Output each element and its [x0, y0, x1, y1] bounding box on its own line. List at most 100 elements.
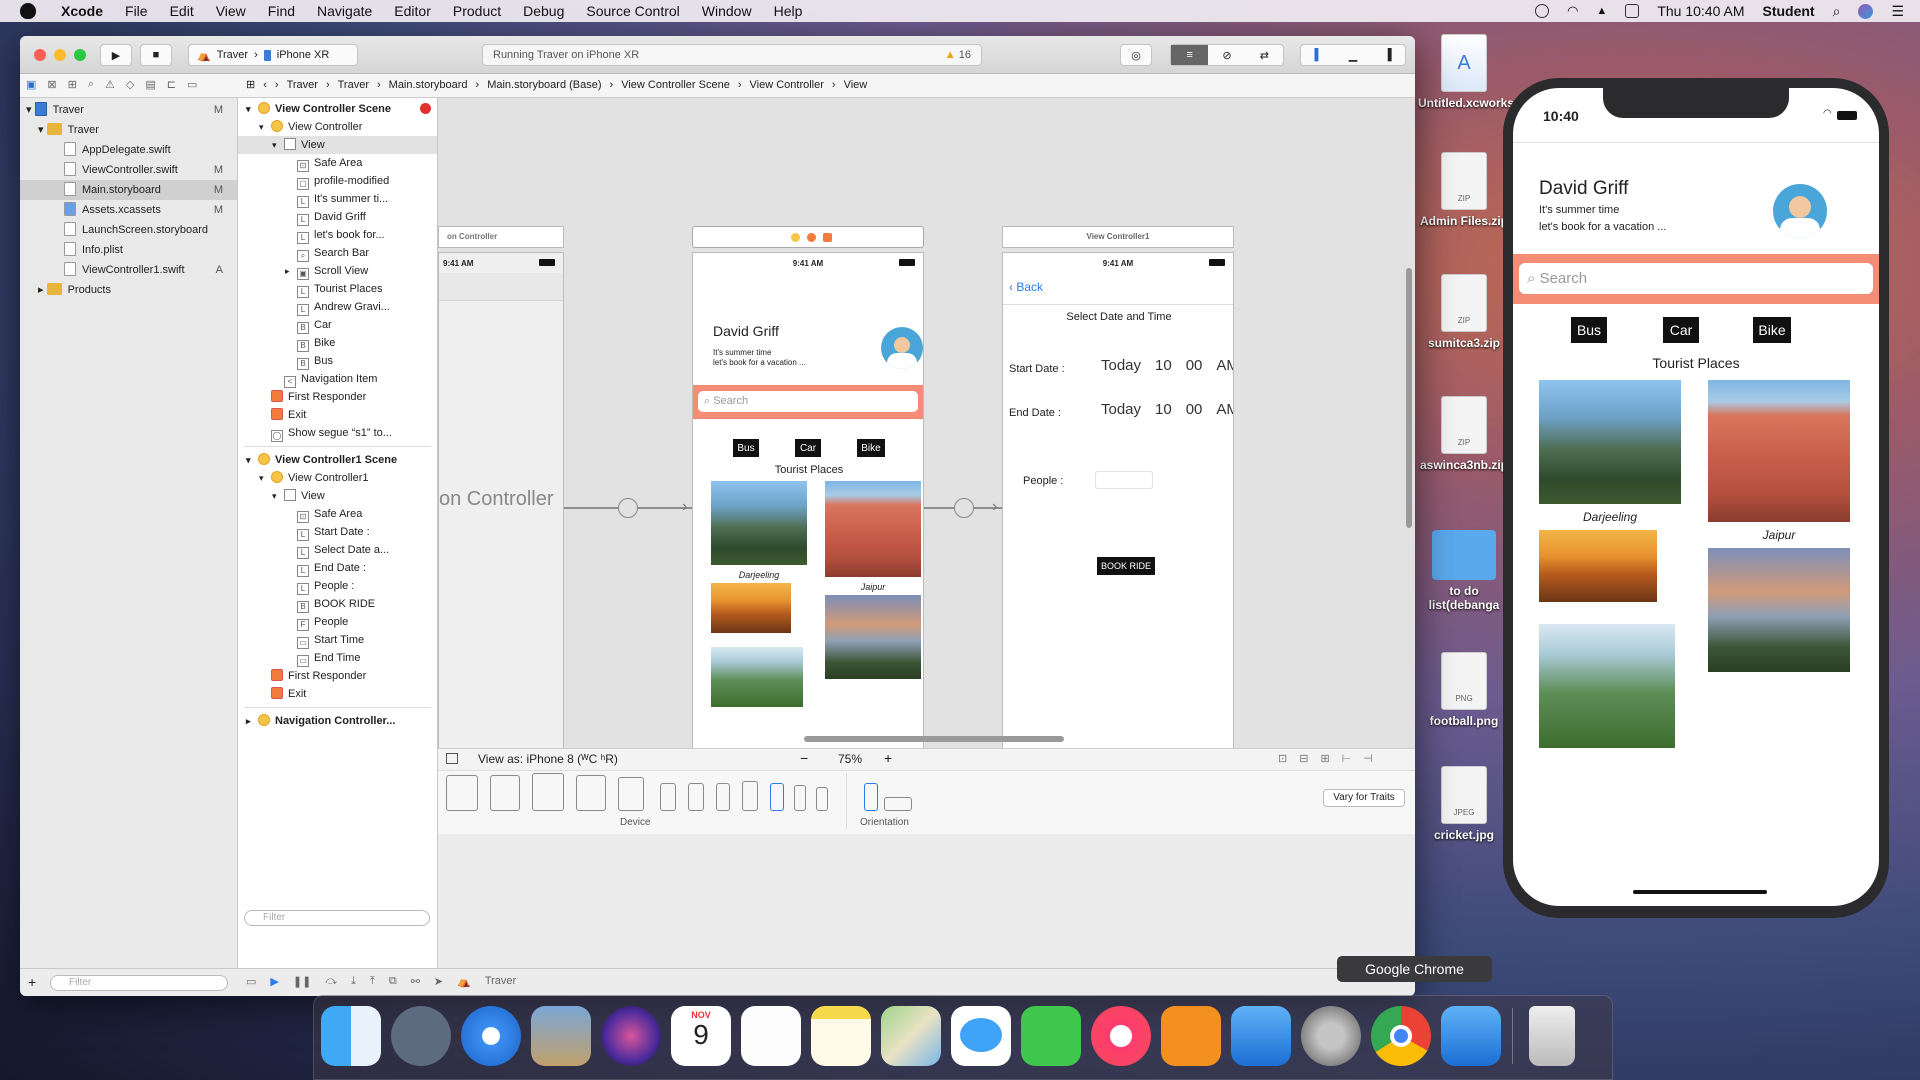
- exit-icon[interactable]: [823, 233, 832, 242]
- breadcrumb-group[interactable]: Traver: [338, 79, 369, 91]
- breadcrumb-storyboard[interactable]: Main.storyboard: [389, 79, 468, 91]
- sim-bus-button[interactable]: Bus: [1571, 317, 1607, 343]
- device-iphone-4s-icon[interactable]: [816, 787, 828, 811]
- device-iphone-xr-icon[interactable]: [688, 783, 704, 811]
- panel-toggle-segment[interactable]: ▌ ▁ ▐: [1300, 44, 1406, 66]
- test-navigator-icon[interactable]: ◇: [126, 78, 134, 91]
- navigator-filter-input[interactable]: Filter: [50, 975, 228, 991]
- report-navigator-icon[interactable]: ▭: [187, 78, 197, 91]
- sim-bike-button[interactable]: Bike: [1753, 317, 1791, 343]
- device-iphone-xs-max-icon[interactable]: [660, 783, 676, 811]
- dock-notes-icon[interactable]: [811, 1006, 871, 1066]
- disclosure-icon[interactable]: ▾: [246, 100, 258, 118]
- device-iphone-se-icon[interactable]: [794, 785, 806, 811]
- outline-scene-header[interactable]: ▾ View Controller Scene: [238, 100, 437, 118]
- dock-preview-icon[interactable]: [531, 1006, 591, 1066]
- back-button[interactable]: ‹ Back: [1009, 280, 1043, 294]
- dock-calendar-icon[interactable]: NOV 9: [671, 1006, 731, 1066]
- device-ipad-mini-icon[interactable]: [618, 777, 644, 811]
- spotlight-icon[interactable]: ⌕: [1833, 3, 1841, 20]
- menu-window[interactable]: Window: [691, 3, 763, 19]
- step-in-icon[interactable]: ⤓: [351, 975, 356, 988]
- dock-finder-icon[interactable]: [321, 1006, 381, 1066]
- horizontal-scrollbar[interactable]: [804, 736, 1064, 742]
- vc1-scene-title[interactable]: View Controller1: [1002, 226, 1234, 248]
- outline-item[interactable]: ▾ View: [238, 487, 437, 505]
- outline-item[interactable]: L Andrew Gravi...: [238, 298, 437, 316]
- stop-button[interactable]: ■: [140, 44, 172, 66]
- nav-controller-scene[interactable]: 9:41 AM on Controller: [438, 252, 564, 748]
- menu-app-xcode[interactable]: Xcode: [50, 3, 114, 19]
- car-button[interactable]: Car: [795, 439, 821, 457]
- apple-icon[interactable]: [20, 3, 36, 19]
- bike-button[interactable]: Bike: [857, 439, 885, 457]
- resolve-issues-icon[interactable]: ⊣: [1363, 752, 1373, 765]
- view-hierarchy-icon[interactable]: ⧉: [389, 975, 397, 988]
- breadcrumb-scene[interactable]: View Controller Scene: [621, 79, 730, 91]
- align-icon[interactable]: ⊞: [1320, 752, 1329, 765]
- nav-item-group[interactable]: ▾ Traver: [20, 120, 237, 140]
- nav-item-file[interactable]: ViewController.swift M: [20, 160, 237, 180]
- outline-item[interactable]: F People: [238, 613, 437, 631]
- device-ipad-icon[interactable]: [576, 775, 606, 811]
- dock-xcode-icon[interactable]: [1231, 1006, 1291, 1066]
- nav-item-project[interactable]: ▾ Traver M: [20, 100, 237, 120]
- show-segue-icon[interactable]: [954, 498, 974, 518]
- outline-item[interactable]: First Responder: [238, 388, 437, 406]
- menu-help[interactable]: Help: [763, 3, 814, 19]
- outline-item[interactable]: B BOOK RIDE: [238, 595, 437, 613]
- back-arrow-icon[interactable]: ‹: [263, 79, 267, 91]
- input-menu-icon[interactable]: [1625, 4, 1640, 18]
- debug-toggle-icon[interactable]: ▁: [1336, 49, 1371, 62]
- breadcrumb-view-controller[interactable]: View Controller: [750, 79, 824, 91]
- library-button[interactable]: ◎: [1120, 44, 1152, 66]
- outline-item[interactable]: ▭ End Time: [238, 649, 437, 667]
- outline-item[interactable]: Exit: [238, 406, 437, 424]
- storyboard-canvas[interactable]: on Controller 9:41 AM on Controller › 9:…: [438, 98, 1415, 748]
- add-file-icon[interactable]: +: [28, 974, 36, 990]
- project-navigator-icon[interactable]: ▣: [26, 78, 36, 91]
- menu-user[interactable]: Student: [1762, 3, 1814, 19]
- dock-chrome-icon[interactable]: [1371, 1006, 1431, 1066]
- wifi-icon[interactable]: ◠: [1567, 3, 1578, 19]
- dock-launchpad-icon[interactable]: [391, 1006, 451, 1066]
- nav-item-file-selected[interactable]: Main.storyboard M: [20, 180, 237, 200]
- outline-item[interactable]: ▭ Start Time: [238, 631, 437, 649]
- pause-icon[interactable]: ❚❚: [293, 975, 311, 988]
- breadcrumb-project[interactable]: Traver: [287, 79, 318, 91]
- outline-item[interactable]: First Responder: [238, 667, 437, 685]
- menu-find[interactable]: Find: [257, 3, 306, 19]
- nav-scene-title[interactable]: on Controller: [438, 226, 564, 248]
- menu-debug[interactable]: Debug: [512, 3, 575, 19]
- debug-target-name[interactable]: Traver: [485, 975, 516, 988]
- nav-item-file[interactable]: Assets.xcassets M: [20, 200, 237, 220]
- step-out-icon[interactable]: ⤒: [370, 975, 375, 988]
- related-items-icon[interactable]: ⊞: [246, 78, 255, 91]
- memory-graph-icon[interactable]: ⚯: [411, 975, 420, 988]
- dock-system-preferences-icon[interactable]: [1301, 1006, 1361, 1066]
- source-control-navigator-icon[interactable]: ⊠: [47, 78, 56, 91]
- outline-scene-header[interactable]: ▾ View Controller1 Scene: [238, 451, 437, 469]
- outline-item[interactable]: B Bus: [238, 352, 437, 370]
- run-button[interactable]: ▶: [100, 44, 132, 66]
- nav-item-file[interactable]: LaunchScreen.storyboard: [20, 220, 237, 240]
- app-target-icon[interactable]: ⛺: [457, 975, 471, 988]
- breakpoints-toggle-icon[interactable]: ▶: [270, 975, 278, 988]
- desktop-icon-admin-files[interactable]: ZIP Admin Files.zip: [1418, 152, 1510, 228]
- assistant-editor-icon[interactable]: ⊘: [1208, 49, 1245, 62]
- outline-item[interactable]: ⌕ Search Bar: [238, 244, 437, 262]
- step-over-icon[interactable]: ⤼: [325, 975, 337, 988]
- view-controller1-scene[interactable]: 9:41 AM ‹ Back Select Date and Time Star…: [1002, 252, 1234, 748]
- outline-item[interactable]: Llet's book for...: [238, 226, 437, 244]
- disclosure-icon[interactable]: ▾: [246, 451, 258, 469]
- desktop-icon-football[interactable]: PNG football.png: [1418, 652, 1510, 728]
- breadcrumb-storyboard-base[interactable]: Main.storyboard (Base): [487, 79, 601, 91]
- start-time-picker[interactable]: Today1000AM: [1101, 357, 1233, 374]
- outline-toggle-icon[interactable]: [446, 753, 458, 764]
- segue-relationship-icon[interactable]: [618, 498, 638, 518]
- sim-car-button[interactable]: Car: [1663, 317, 1699, 343]
- device-ipad-pro-12-icon[interactable]: [446, 775, 478, 811]
- end-time-picker[interactable]: Today1000AM: [1101, 401, 1233, 418]
- outline-item[interactable]: L It's summer ti...: [238, 190, 437, 208]
- zoom-in-icon[interactable]: +: [884, 750, 892, 766]
